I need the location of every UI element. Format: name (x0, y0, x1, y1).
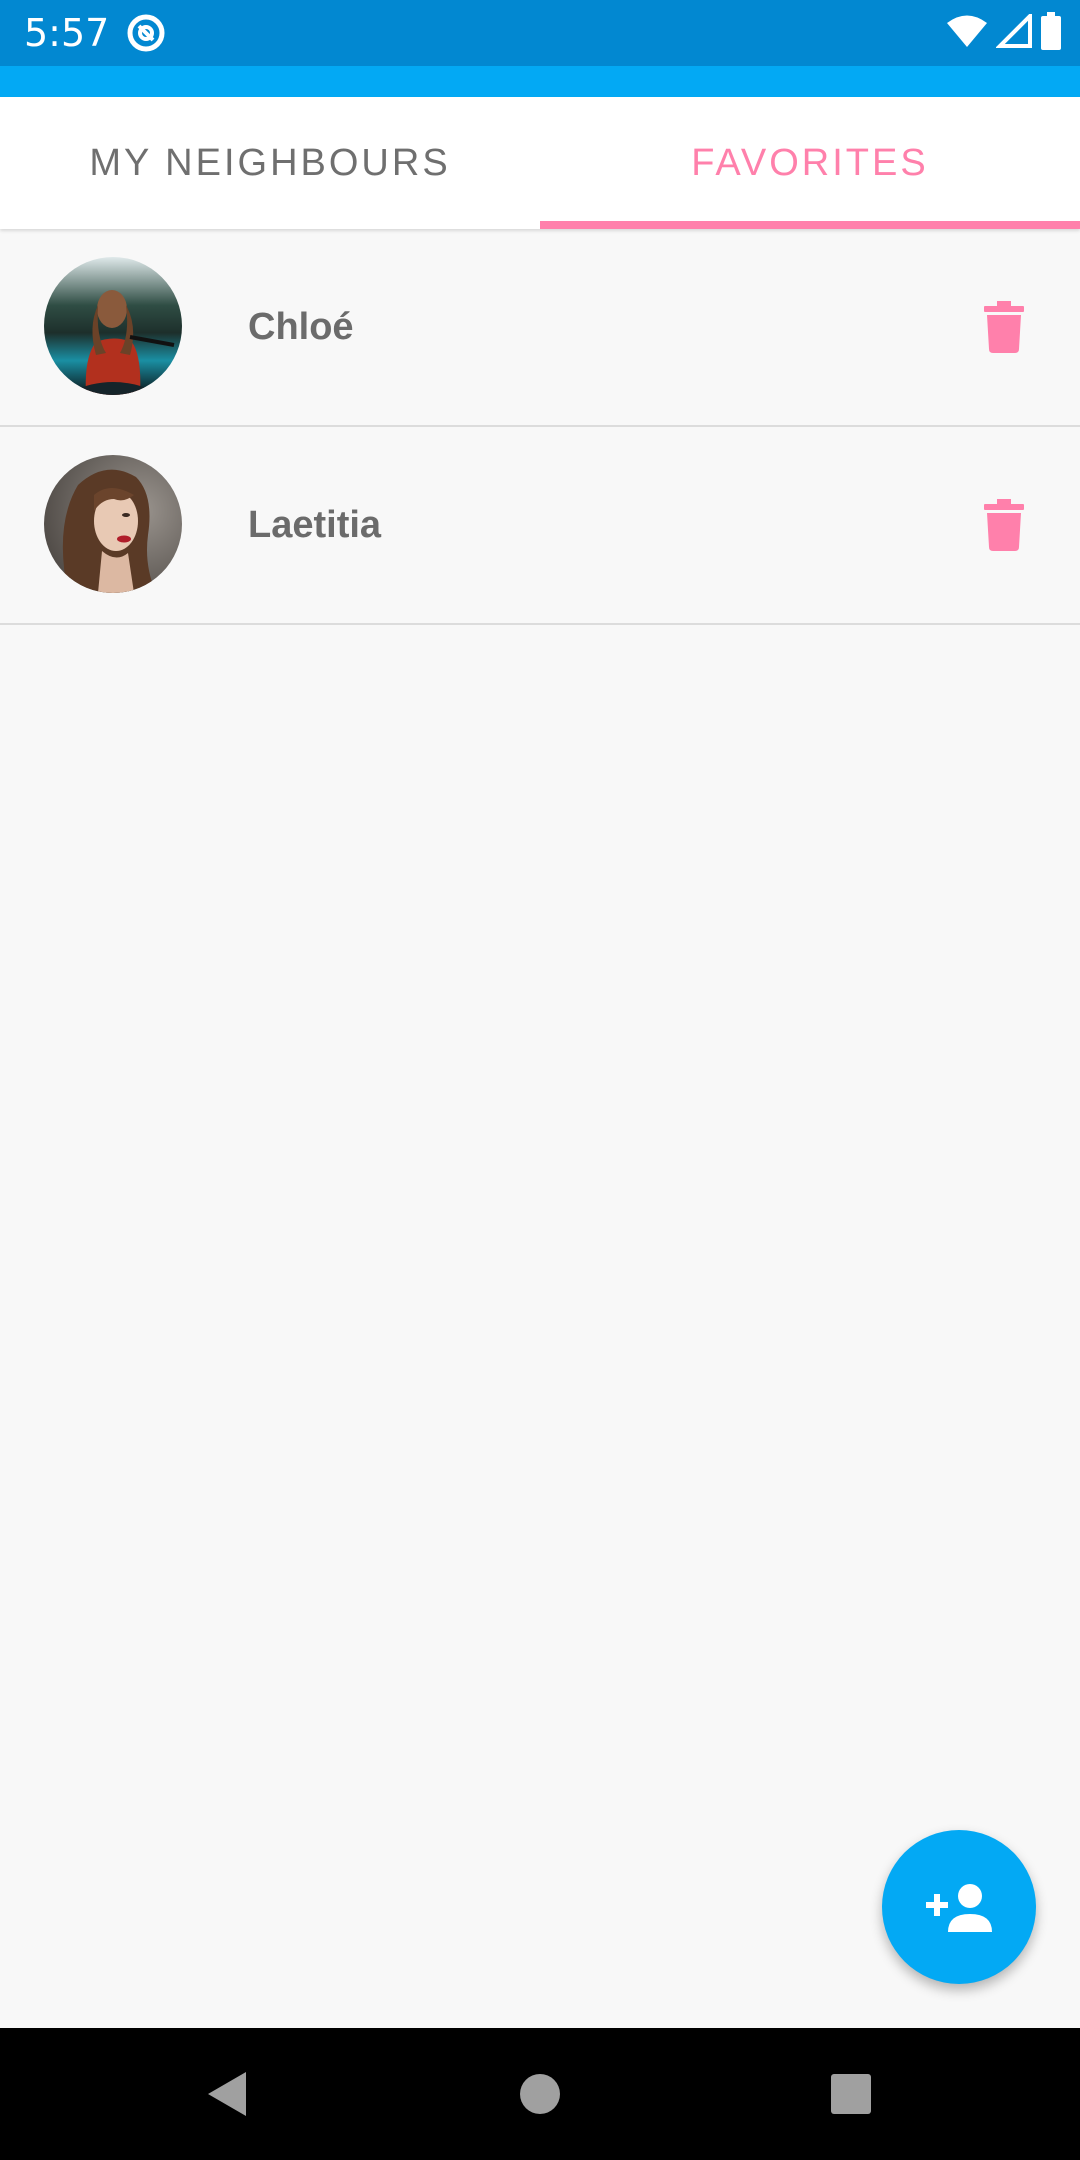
list-item[interactable]: Laetitia (0, 427, 1080, 625)
home-button[interactable] (510, 2064, 570, 2124)
navigation-bar (0, 2028, 1080, 2160)
trash-icon (984, 499, 1024, 551)
delete-favorite-button[interactable] (968, 291, 1040, 363)
add-neighbour-button[interactable] (882, 1830, 1036, 1984)
recents-button[interactable] (821, 2064, 881, 2124)
tab-label: MY NEIGHBOURS (89, 141, 451, 184)
battery-icon (1040, 11, 1062, 55)
status-bar: 5:57 (0, 0, 1080, 66)
cellular-signal-icon (995, 10, 1032, 53)
recents-icon (831, 2074, 871, 2114)
tab-my-neighbours[interactable]: MY NEIGHBOURS (0, 97, 540, 229)
neighbour-name: Chloé (248, 306, 354, 348)
status-time: 5:57 (24, 11, 110, 55)
wifi-icon (946, 14, 988, 53)
tab-selected-indicator (540, 221, 1080, 229)
avatar (44, 455, 182, 593)
tab-bar: MY NEIGHBOURS FAVORITES (0, 97, 1080, 229)
home-icon (520, 2074, 560, 2114)
app-bar (0, 66, 1080, 97)
tab-favorites[interactable]: FAVORITES (540, 97, 1080, 229)
app-notification-icon (126, 13, 166, 53)
trash-icon (984, 301, 1024, 353)
favorites-list: Chloé Laetitia (0, 229, 1080, 625)
delete-favorite-button[interactable] (968, 489, 1040, 561)
back-button[interactable] (196, 2064, 256, 2124)
add-person-icon (926, 1884, 992, 1932)
avatar (44, 257, 182, 395)
back-icon (208, 2072, 246, 2116)
status-icons (946, 10, 1062, 55)
tab-label: FAVORITES (691, 141, 929, 184)
neighbour-name: Laetitia (248, 504, 382, 546)
list-item[interactable]: Chloé (0, 229, 1080, 427)
